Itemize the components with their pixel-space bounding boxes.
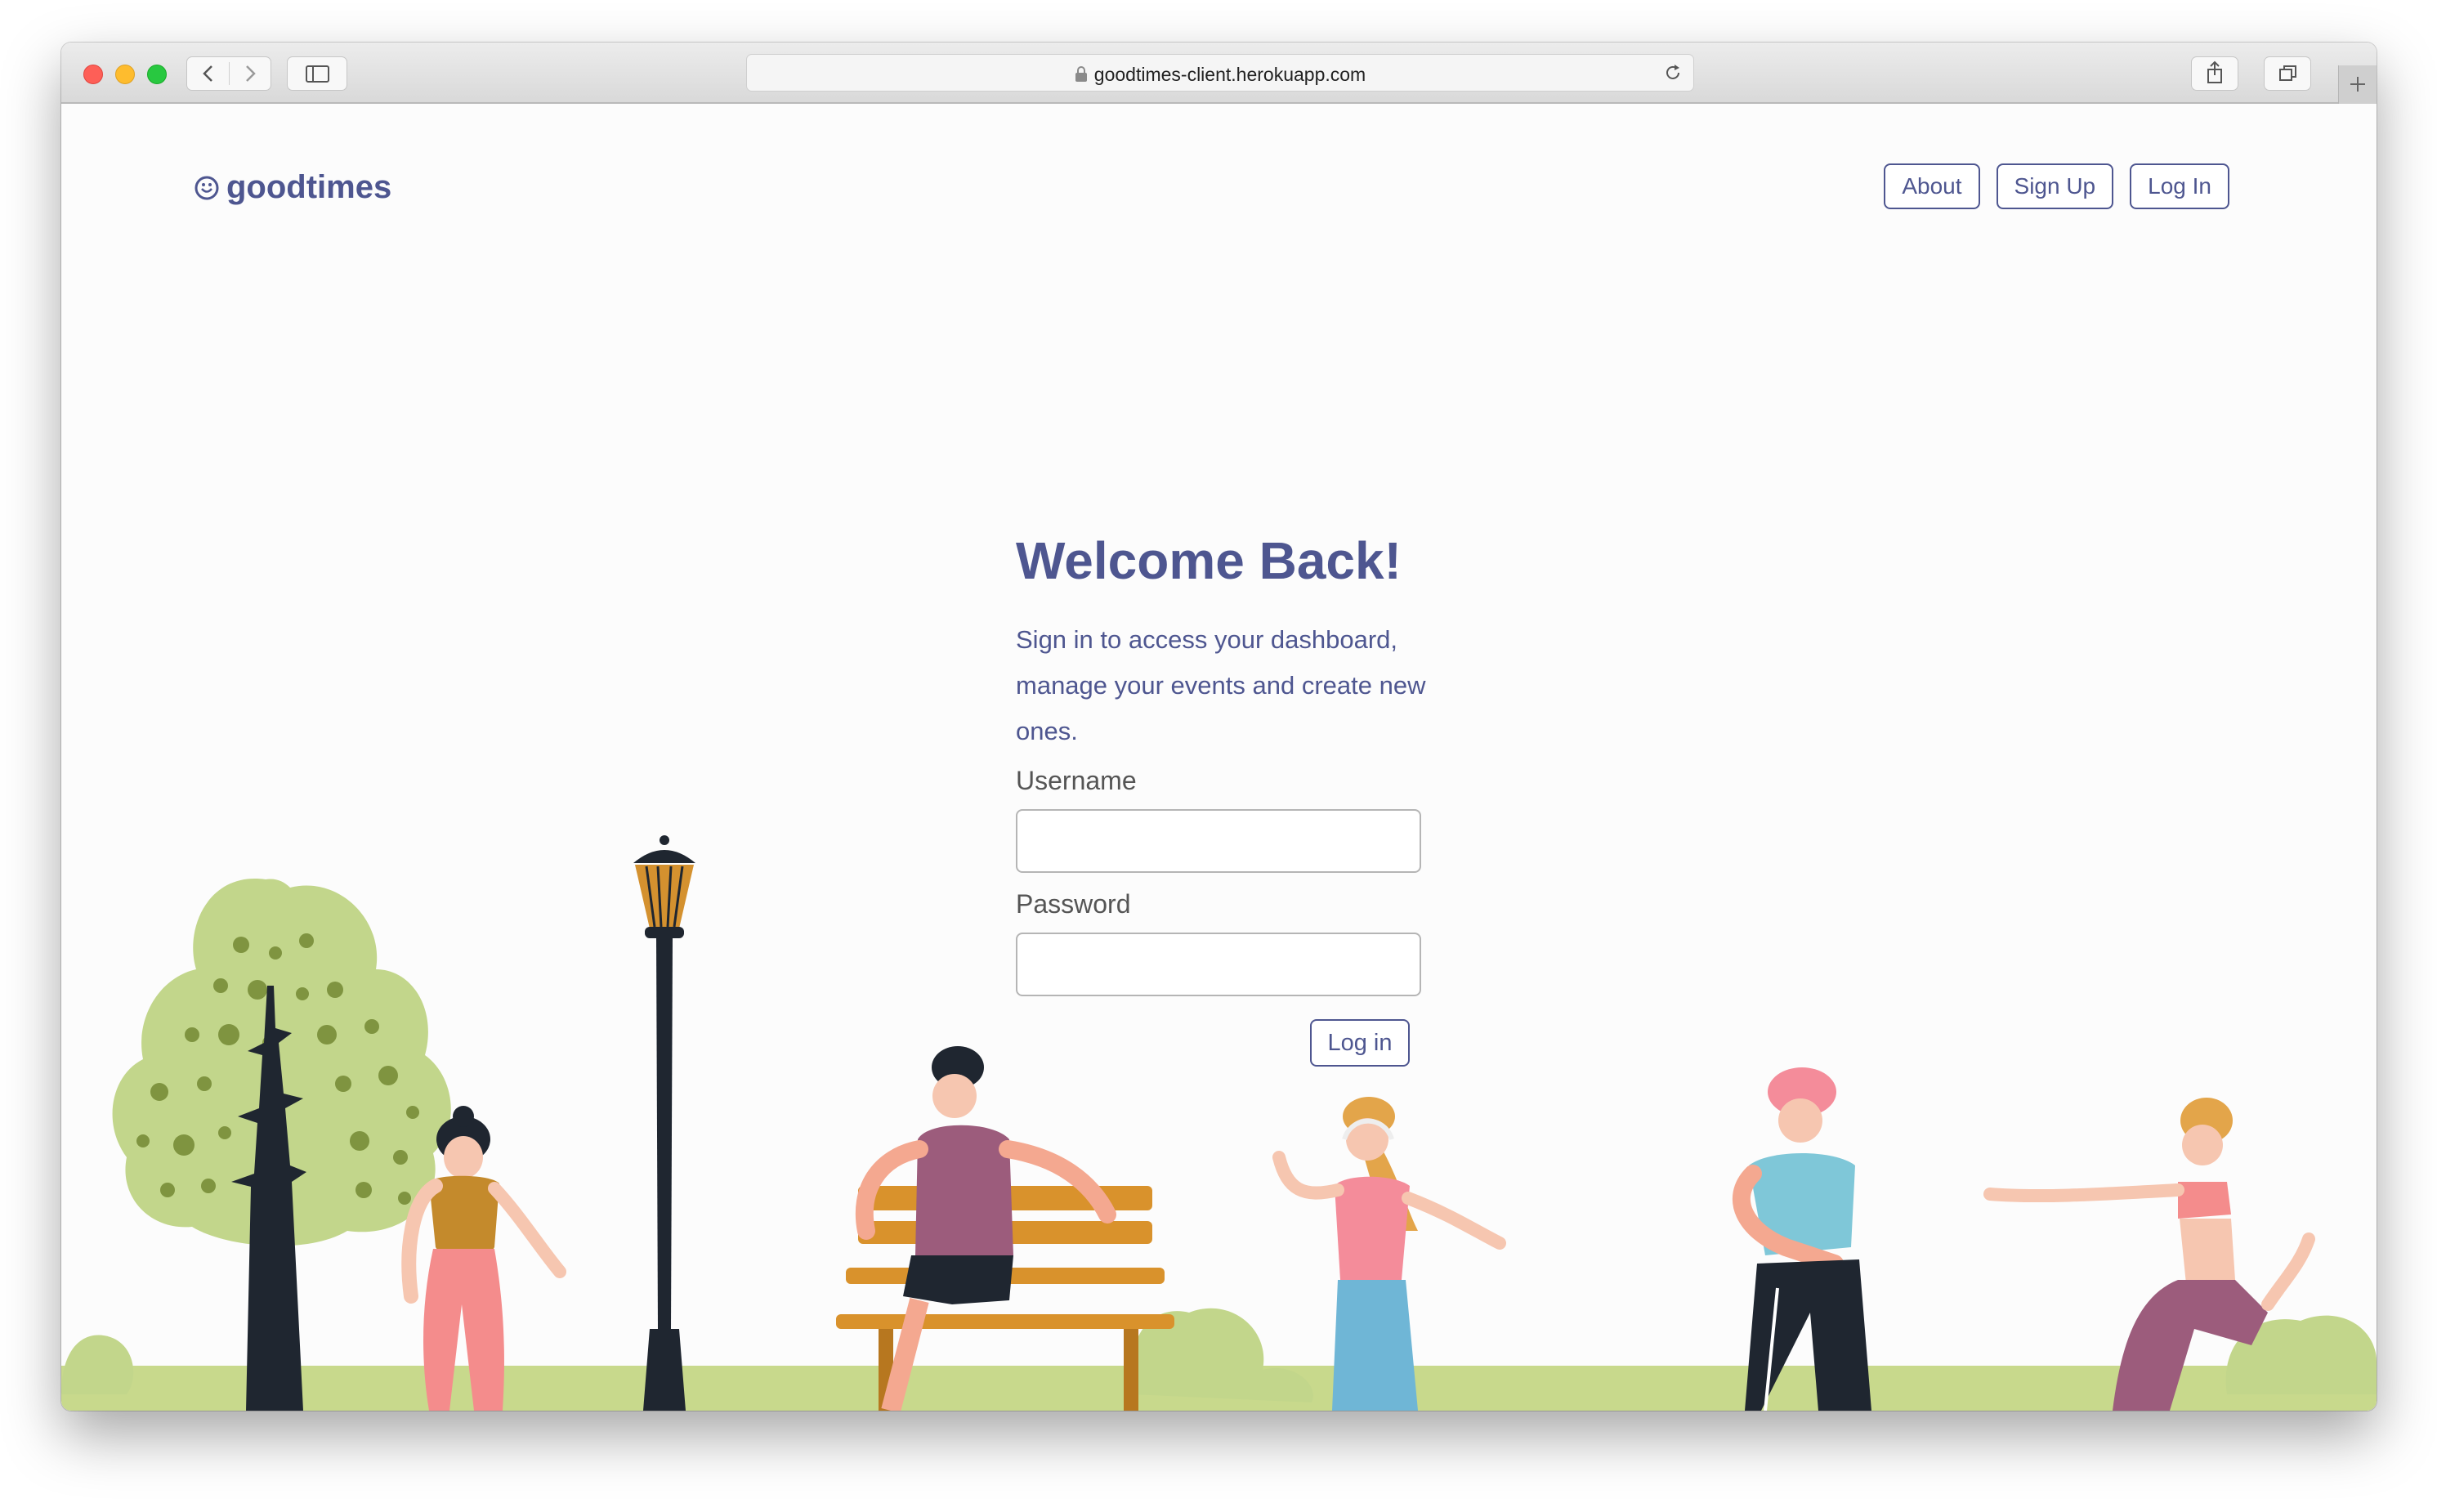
close-window-button[interactable]: [83, 65, 103, 84]
tree-illustration: [112, 879, 451, 1411]
zoom-window-button[interactable]: [147, 65, 167, 84]
chevron-right-icon: [246, 65, 256, 82]
signup-link[interactable]: Sign Up: [1996, 163, 2114, 209]
street-lamp-illustration: [633, 835, 695, 1411]
reload-icon[interactable]: [1662, 62, 1684, 83]
share-icon: [2207, 60, 2222, 83]
smiley-icon: [195, 176, 219, 199]
lock-icon: [1075, 65, 1088, 87]
woman-headphones-illustration: [1272, 1097, 1506, 1411]
page-content: goodtimes About Sign Up Log In Welcome B…: [61, 104, 2377, 1411]
sidebar-icon: [306, 65, 329, 83]
address-bar[interactable]: goodtimes-client.herokuapp.com: [746, 54, 1694, 92]
forward-button[interactable]: [230, 57, 271, 90]
browser-window: goodtimes-client.herokuapp.com goodtimes: [61, 42, 2377, 1411]
tabs-icon: [2279, 65, 2296, 81]
url-text: goodtimes-client.herokuapp.com: [1093, 64, 1366, 85]
about-link[interactable]: About: [1884, 163, 1980, 209]
sidebar-toggle-button[interactable]: [287, 56, 347, 91]
park-illustration: [61, 835, 2377, 1411]
chevron-left-icon: [203, 65, 212, 82]
minimize-window-button[interactable]: [115, 65, 135, 84]
address-text: goodtimes-client.herokuapp.com: [747, 64, 1693, 87]
browser-toolbar: goodtimes-client.herokuapp.com: [61, 42, 2377, 104]
history-nav: [186, 56, 271, 91]
brand-name: goodtimes: [226, 169, 392, 205]
back-button[interactable]: [187, 57, 229, 90]
page-subtitle: Sign in to access your dashboard, manage…: [1016, 625, 1426, 745]
bush-left: [61, 1335, 134, 1394]
new-tab-button[interactable]: [2338, 65, 2377, 104]
top-navigation: About Sign Up Log In: [1884, 163, 2229, 209]
login-link[interactable]: Log In: [2130, 163, 2229, 209]
man-pink-hair-illustration: [1732, 1067, 1871, 1411]
brand-logo[interactable]: goodtimes: [194, 169, 391, 206]
plus-icon: [2350, 77, 2365, 92]
tab-overview-button[interactable]: [2264, 56, 2311, 91]
share-button[interactable]: [2191, 56, 2238, 91]
page-title: Welcome Back!: [1016, 531, 1402, 590]
man-on-bench-illustration: [836, 1046, 1174, 1411]
